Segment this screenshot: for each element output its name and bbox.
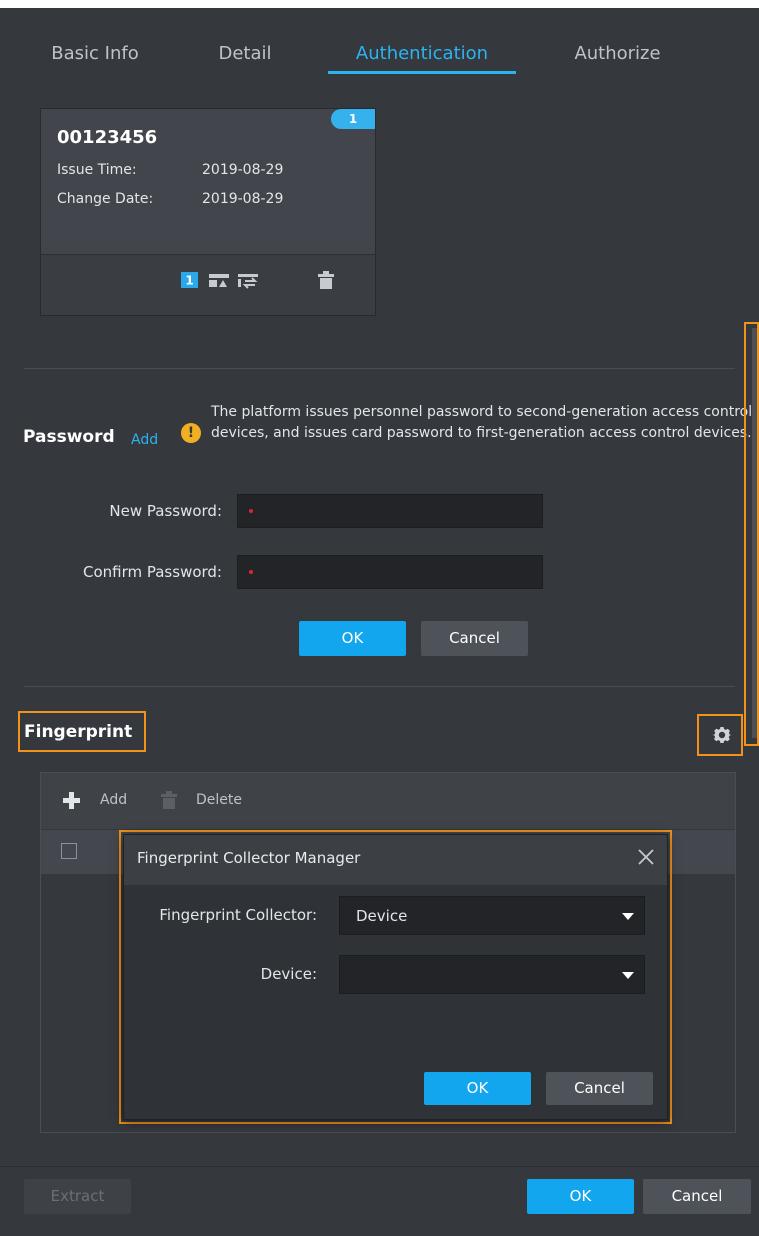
section-divider	[24, 686, 735, 687]
scrollbar-highlight	[744, 322, 759, 746]
delete-icon[interactable]	[318, 271, 338, 289]
select-all-checkbox[interactable]	[61, 843, 77, 859]
add-icon[interactable]	[63, 792, 80, 809]
password-hint: The platform issues personnel password t…	[211, 404, 753, 441]
card-count-badge: 1	[331, 109, 375, 129]
tab-detail[interactable]: Detail	[200, 40, 290, 74]
device-label: Device:	[260, 965, 317, 983]
extract-button[interactable]: Extract	[24, 1179, 131, 1214]
issue-time-value: 2019-08-29	[202, 162, 284, 178]
change-date-row: Change Date: 2019-08-29	[57, 191, 283, 207]
modal-cancel-button[interactable]: Cancel	[546, 1072, 653, 1105]
close-icon[interactable]	[635, 846, 657, 868]
person-edit-dialog: Basic Info Detail Authentication Authori…	[0, 0, 759, 1236]
issue-card-icon[interactable]	[208, 271, 229, 289]
footer-cancel-button[interactable]: Cancel	[643, 1179, 751, 1214]
confirm-password-input[interactable]	[237, 555, 543, 589]
device-select[interactable]	[339, 955, 645, 994]
delete-icon[interactable]	[161, 791, 177, 809]
fingerprint-collector-modal: Fingerprint Collector Manager Fingerprin…	[123, 834, 668, 1120]
tab-authentication[interactable]: Authentication	[328, 40, 516, 74]
collector-select-value: Device	[356, 907, 408, 925]
password-ok-button[interactable]: OK	[299, 621, 406, 656]
collector-label: Fingerprint Collector:	[159, 906, 317, 924]
top-strip	[0, 0, 759, 8]
password-cancel-button[interactable]: Cancel	[421, 621, 528, 656]
gear-icon[interactable]	[710, 723, 734, 747]
password-title: Password	[23, 427, 115, 447]
modal-title: Fingerprint Collector Manager	[137, 849, 361, 867]
warning-icon: !	[181, 423, 201, 443]
modal-ok-button[interactable]: OK	[424, 1072, 531, 1105]
chevron-down-icon	[622, 913, 634, 920]
section-divider	[24, 368, 735, 369]
password-add-link[interactable]: Add	[131, 432, 158, 448]
card-number: 00123456	[57, 127, 158, 148]
main-card-icon[interactable]: 1	[180, 271, 200, 289]
active-tab-indicator	[328, 71, 516, 74]
collector-select[interactable]: Device	[339, 896, 645, 935]
new-password-input[interactable]	[237, 494, 543, 528]
fingerprint-title: Fingerprint	[24, 722, 133, 742]
footer-divider	[0, 1166, 759, 1167]
change-date-value: 2019-08-29	[202, 191, 284, 207]
fingerprint-delete-button[interactable]: Delete	[196, 792, 242, 808]
change-date-label: Change Date:	[57, 191, 154, 207]
chevron-down-icon	[622, 972, 634, 979]
issue-time-label: Issue Time:	[57, 162, 137, 178]
replace-card-icon[interactable]	[237, 271, 258, 289]
confirm-password-label: Confirm Password:	[82, 563, 222, 581]
modal-header: Fingerprint Collector Manager	[124, 835, 667, 885]
new-password-label: New Password:	[109, 502, 222, 520]
tab-basic-info[interactable]: Basic Info	[40, 40, 150, 74]
fingerprint-add-button[interactable]: Add	[100, 792, 127, 808]
svg-text:1: 1	[185, 274, 193, 288]
fingerprint-toolbar: Add Delete	[41, 773, 735, 829]
footer-ok-button[interactable]: OK	[527, 1179, 634, 1214]
tab-authorize[interactable]: Authorize	[560, 40, 675, 74]
required-dot	[249, 509, 253, 513]
issue-time-row: Issue Time: 2019-08-29	[57, 162, 283, 178]
required-dot	[249, 570, 253, 574]
